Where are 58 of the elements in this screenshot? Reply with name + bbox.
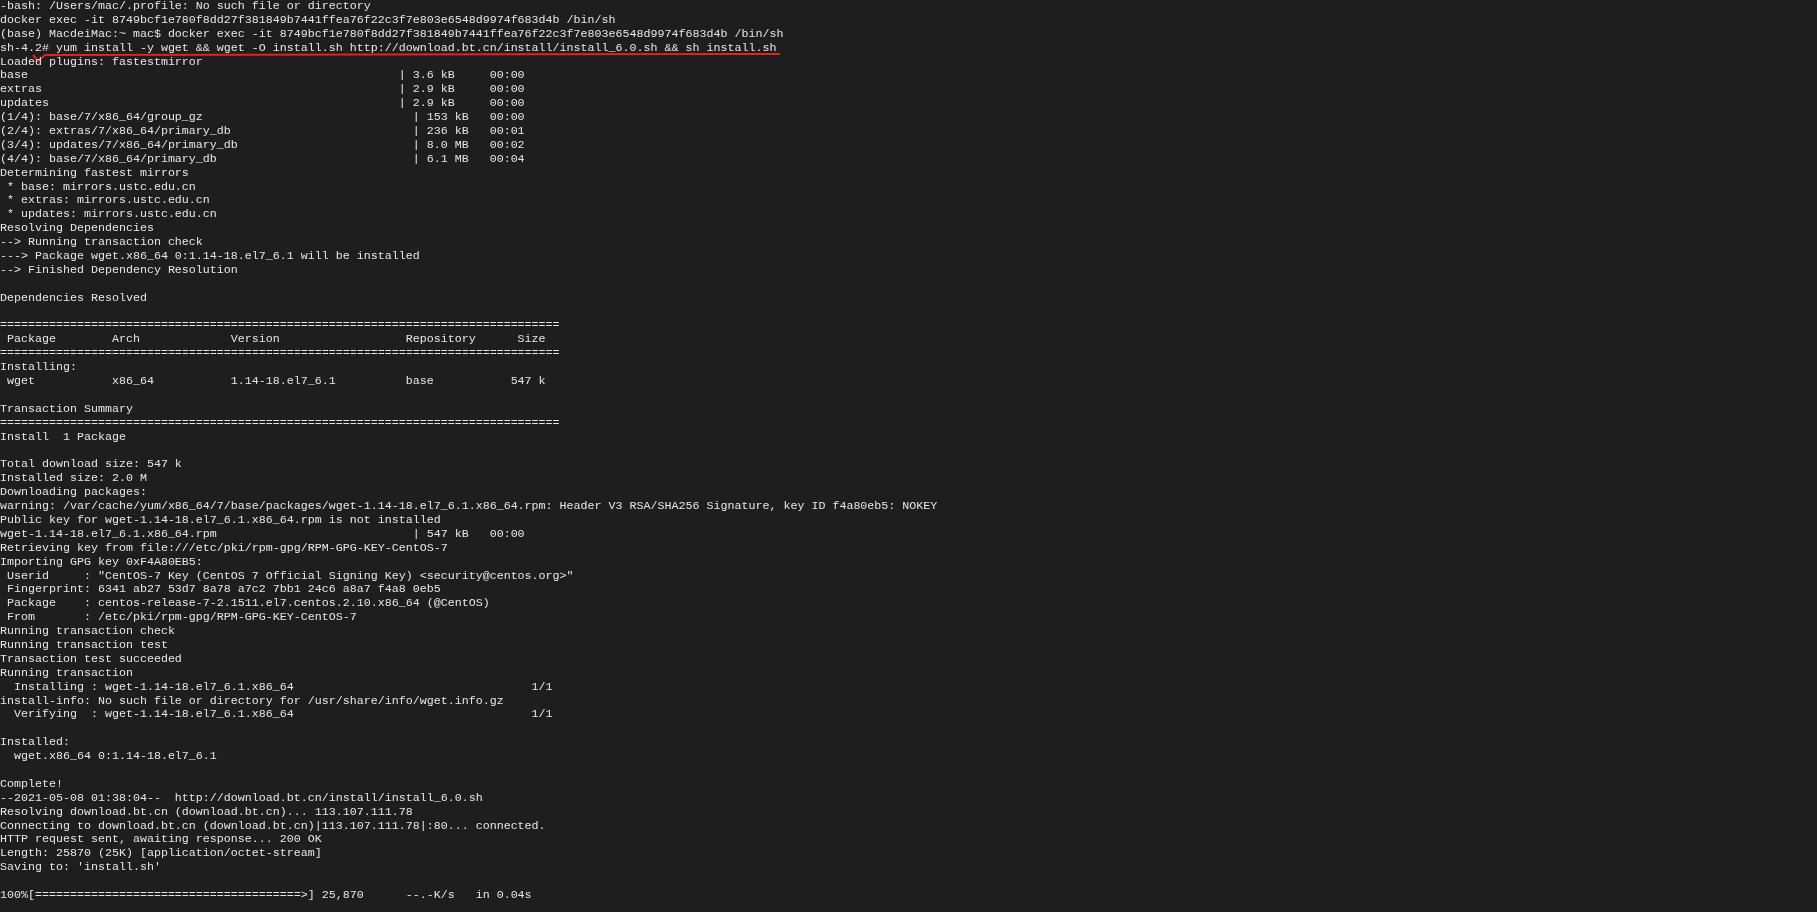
terminal-line: docker exec -it 8749bcf1e780f8dd27f381849b7441ffea76f22c3f7e803e6548d9974f683d4b /bin/sh	[0, 13, 616, 28]
terminal-line: install-info: No such file or directory for /usr/share/info/wget.info.gz	[0, 694, 504, 709]
terminal-line: wget x86_64 1.14-18.el7_6.1 base 547 k	[6, 375, 546, 389]
terminal-line: Transaction test succeeded	[0, 652, 182, 667]
terminal-line: HTTP request sent, awaiting response... 200 OK	[0, 833, 322, 848]
terminal-line: (2/4): extras/7/x86_64/primary_db | 236 kB 00:01	[0, 125, 525, 139]
terminal-line: --2021-05-08 01:38:04-- http://download.bt.cn/install/install_6.0.sh	[0, 791, 483, 806]
terminal-line: Package Arch Version Repository Size	[6, 333, 546, 348]
terminal-line: --> Finished Dependency Resolution	[0, 263, 238, 278]
terminal-line: (base) MacdeiMac:~ mac$ docker exec -it 8749bcf1e780f8dd27f381849b7441ffea76f22c3f7e803e6548d9974f683d4b /bin/sh	[0, 27, 784, 42]
terminal-line: Resolving Dependencies	[0, 222, 154, 237]
terminal-line: Saving to: 'install.sh'	[0, 861, 161, 876]
terminal-line: Install 1 Package	[0, 430, 126, 445]
terminal-line: Dependencies Resolved	[0, 291, 147, 306]
terminal-line: Fingerprint: 6341 ab27 53d7 8a78 a7c2 7bb1 24c6 a8a7 f4a8 0eb5	[6, 583, 441, 598]
terminal-line: Transaction Summary	[0, 402, 133, 417]
terminal-line: Installing : wget-1.14-18.el7_6.1.x86_64 1/1	[13, 680, 553, 695]
terminal-line: Total download size: 547 k	[0, 458, 182, 473]
terminal-line: Complete!	[0, 777, 63, 792]
terminal-line: Resolving download.bt.cn (download.bt.cn)... 113.107.111.78	[0, 805, 413, 820]
terminal-line: updates | 2.9 kB 00:00	[0, 97, 525, 112]
terminal-line: (4/4): base/7/x86_64/primary_db | 6.1 MB 00:04	[0, 152, 525, 167]
terminal-line: (3/4): updates/7/x86_64/primary_db | 8.0 MB 00:02	[0, 138, 525, 153]
terminal-line: ================================================================================	[0, 347, 560, 362]
terminal-line: sh-4.2# yum install -y wget && wget -O install.sh http://download.bt.cn/install/install_6.0.sh && sh install.sh	[0, 41, 777, 56]
terminal-line: -bash: /Users/mac/.profile: No such file or directory	[0, 0, 371, 14]
terminal-line: Installed size: 2.0 M	[0, 472, 147, 487]
terminal-line: 100%[======================================>] 25,870 --.-K/s in 0.04s	[0, 889, 532, 903]
terminal-line: Determining fastest mirrors	[0, 166, 189, 181]
terminal-line: * base: mirrors.ustc.edu.cn	[6, 180, 196, 195]
terminal-line: Downloading packages:	[0, 486, 147, 501]
terminal-line: Package : centos-release-7-2.1511.el7.centos.2.10.x86_64 (@CentOS)	[6, 597, 490, 612]
terminal-line: (1/4): base/7/x86_64/group_gz | 153 kB 00:00	[0, 111, 525, 126]
terminal-line: Installed:	[0, 736, 70, 751]
terminal-line: * updates: mirrors.ustc.edu.cn	[6, 208, 217, 223]
terminal-line: ---> Package wget.x86_64 0:1.14-18.el7_6.1 will be installed	[0, 250, 420, 264]
terminal-line: Running transaction test	[0, 638, 168, 653]
terminal-line: base | 3.6 kB 00:00	[0, 69, 525, 84]
terminal-line: Importing GPG key 0xF4A80EB5:	[0, 555, 203, 570]
terminal-line: * extras: mirrors.ustc.edu.cn	[6, 194, 210, 209]
terminal-line: Loaded plugins: fastestmirror	[0, 55, 203, 70]
terminal-line: Userid : "CentOS-7 Key (CentOS 7 Official Signing Key) <security@centos.org>"	[6, 569, 574, 584]
terminal-line: wget.x86_64 0:1.14-18.el7_6.1	[13, 750, 217, 764]
terminal-line: Retrieving key from file:///etc/pki/rpm-gpg/RPM-GPG-KEY-CentOS-7	[0, 541, 448, 556]
terminal-line: Length: 25870 (25K) [application/octet-stream]	[0, 847, 322, 862]
terminal-line: extras | 2.9 kB 00:00	[0, 83, 525, 98]
terminal-line: Running transaction check	[0, 625, 175, 639]
terminal-line: From : /etc/pki/rpm-gpg/RPM-GPG-KEY-CentOS-7	[6, 611, 357, 626]
terminal-line: --> Running transaction check	[0, 236, 203, 251]
terminal-line: ================================================================================	[0, 416, 560, 431]
terminal-line: Connecting to download.bt.cn (download.bt.cn)|113.107.111.78|:80... connected.	[0, 819, 546, 834]
terminal-line: Installing:	[0, 361, 77, 376]
terminal-line: Public key for wget-1.14-18.el7_6.1.x86_64.rpm is not installed	[0, 513, 441, 528]
terminal-line: wget-1.14-18.el7_6.1.x86_64.rpm | 547 kB 00:00	[0, 527, 525, 542]
terminal-line: ================================================================================	[0, 319, 560, 334]
terminal-line: Verifying : wget-1.14-18.el7_6.1.x86_64 1/1	[13, 708, 553, 723]
terminal-line: Running transaction	[0, 666, 133, 681]
terminal-line: warning: /var/cache/yum/x86_64/7/base/packages/wget-1.14-18.el7_6.1.x86_64.rpm: Header V3 RSA/SHA256 Signature, key ID f4a80eb5: NOKEY	[0, 500, 938, 514]
